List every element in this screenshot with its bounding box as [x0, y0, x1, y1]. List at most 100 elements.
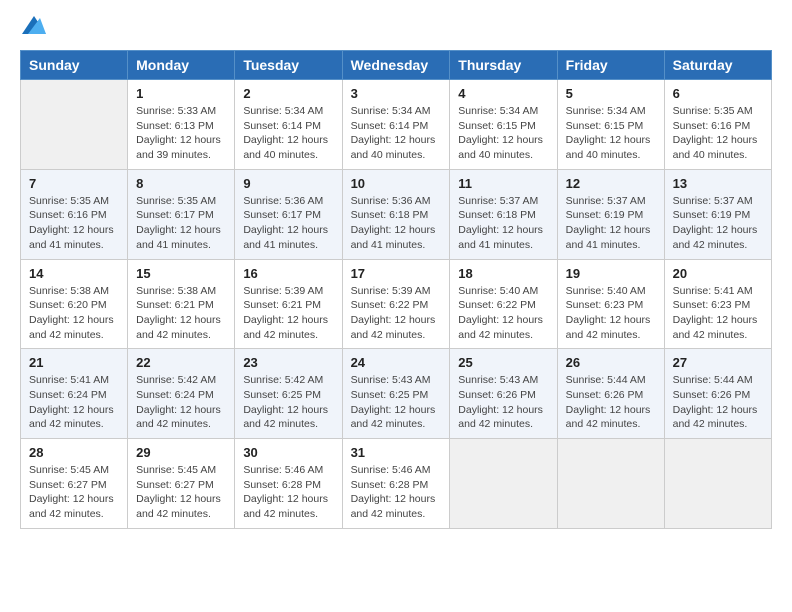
day-number: 14: [29, 266, 119, 281]
calendar-table: SundayMondayTuesdayWednesdayThursdayFrid…: [20, 50, 772, 529]
day-info: Sunrise: 5:45 AM Sunset: 6:27 PM Dayligh…: [136, 463, 226, 522]
calendar-week-2: 7 Sunrise: 5:35 AM Sunset: 6:16 PM Daylig…: [21, 169, 772, 259]
day-number: 28: [29, 445, 119, 460]
day-info: Sunrise: 5:44 AM Sunset: 6:26 PM Dayligh…: [673, 373, 763, 432]
day-number: 23: [243, 355, 333, 370]
calendar-cell: 31 Sunrise: 5:46 AM Sunset: 6:28 PM Dayli…: [342, 439, 450, 529]
calendar-cell: 24 Sunrise: 5:43 AM Sunset: 6:25 PM Dayli…: [342, 349, 450, 439]
day-info: Sunrise: 5:37 AM Sunset: 6:18 PM Dayligh…: [458, 194, 548, 253]
day-number: 26: [566, 355, 656, 370]
calendar-header-row: SundayMondayTuesdayWednesdayThursdayFrid…: [21, 51, 772, 80]
calendar-cell: 29 Sunrise: 5:45 AM Sunset: 6:27 PM Dayli…: [128, 439, 235, 529]
day-info: Sunrise: 5:37 AM Sunset: 6:19 PM Dayligh…: [566, 194, 656, 253]
day-number: 31: [351, 445, 442, 460]
calendar-week-3: 14 Sunrise: 5:38 AM Sunset: 6:20 PM Dayli…: [21, 259, 772, 349]
day-info: Sunrise: 5:42 AM Sunset: 6:25 PM Dayligh…: [243, 373, 333, 432]
calendar-cell: 7 Sunrise: 5:35 AM Sunset: 6:16 PM Daylig…: [21, 169, 128, 259]
calendar-cell: [664, 439, 771, 529]
day-number: 9: [243, 176, 333, 191]
day-number: 7: [29, 176, 119, 191]
calendar-cell: 22Sunrise: 5:42 AM Sunset: 6:24 PM Dayli…: [128, 349, 235, 439]
calendar-cell: 14 Sunrise: 5:38 AM Sunset: 6:20 PM Dayli…: [21, 259, 128, 349]
day-info: Sunrise: 5:41 AM Sunset: 6:24 PM Dayligh…: [29, 373, 119, 432]
day-number: 5: [566, 86, 656, 101]
day-number: 30: [243, 445, 333, 460]
calendar-cell: 16 Sunrise: 5:39 AM Sunset: 6:21 PM Dayli…: [235, 259, 342, 349]
calendar-cell: 1 Sunrise: 5:33 AM Sunset: 6:13 PM Daylig…: [128, 80, 235, 170]
day-number: 25: [458, 355, 548, 370]
page-header: [20, 20, 772, 40]
calendar-header-friday: Friday: [557, 51, 664, 80]
day-info: Sunrise: 5:34 AM Sunset: 6:15 PM Dayligh…: [458, 104, 548, 163]
calendar-header-monday: Monday: [128, 51, 235, 80]
day-info: Sunrise: 5:43 AM Sunset: 6:25 PM Dayligh…: [351, 373, 442, 432]
day-info: Sunrise: 5:39 AM Sunset: 6:21 PM Dayligh…: [243, 284, 333, 343]
day-info: Sunrise: 5:38 AM Sunset: 6:21 PM Dayligh…: [136, 284, 226, 343]
calendar-cell: 21 Sunrise: 5:41 AM Sunset: 6:24 PM Dayli…: [21, 349, 128, 439]
day-number: 20: [673, 266, 763, 281]
calendar-header-thursday: Thursday: [450, 51, 557, 80]
day-info: Sunrise: 5:38 AM Sunset: 6:20 PM Dayligh…: [29, 284, 119, 343]
day-info: Sunrise: 5:37 AM Sunset: 6:19 PM Dayligh…: [673, 194, 763, 253]
logo-icon: [22, 16, 46, 36]
calendar-cell: 30 Sunrise: 5:46 AM Sunset: 6:28 PM Dayli…: [235, 439, 342, 529]
day-number: 2: [243, 86, 333, 101]
day-number: 15: [136, 266, 226, 281]
day-number: 29: [136, 445, 226, 460]
day-info: Sunrise: 5:45 AM Sunset: 6:27 PM Dayligh…: [29, 463, 119, 522]
calendar-header-saturday: Saturday: [664, 51, 771, 80]
day-number: 13: [673, 176, 763, 191]
day-info: Sunrise: 5:41 AM Sunset: 6:23 PM Dayligh…: [673, 284, 763, 343]
day-info: Sunrise: 5:46 AM Sunset: 6:28 PM Dayligh…: [243, 463, 333, 522]
calendar-cell: 18Sunrise: 5:40 AM Sunset: 6:22 PM Dayli…: [450, 259, 557, 349]
calendar-cell: [21, 80, 128, 170]
day-info: Sunrise: 5:34 AM Sunset: 6:14 PM Dayligh…: [351, 104, 442, 163]
day-info: Sunrise: 5:43 AM Sunset: 6:26 PM Dayligh…: [458, 373, 548, 432]
day-info: Sunrise: 5:39 AM Sunset: 6:22 PM Dayligh…: [351, 284, 442, 343]
day-info: Sunrise: 5:35 AM Sunset: 6:16 PM Dayligh…: [29, 194, 119, 253]
day-info: Sunrise: 5:34 AM Sunset: 6:15 PM Dayligh…: [566, 104, 656, 163]
calendar-cell: 28 Sunrise: 5:45 AM Sunset: 6:27 PM Dayli…: [21, 439, 128, 529]
day-number: 18: [458, 266, 548, 281]
calendar-week-5: 28 Sunrise: 5:45 AM Sunset: 6:27 PM Dayli…: [21, 439, 772, 529]
day-number: 10: [351, 176, 442, 191]
day-number: 3: [351, 86, 442, 101]
day-number: 12: [566, 176, 656, 191]
calendar-cell: 5 Sunrise: 5:34 AM Sunset: 6:15 PM Daylig…: [557, 80, 664, 170]
day-number: 21: [29, 355, 119, 370]
calendar-cell: 10Sunrise: 5:36 AM Sunset: 6:18 PM Dayli…: [342, 169, 450, 259]
calendar-cell: 9 Sunrise: 5:36 AM Sunset: 6:17 PM Daylig…: [235, 169, 342, 259]
calendar-cell: 11Sunrise: 5:37 AM Sunset: 6:18 PM Dayli…: [450, 169, 557, 259]
calendar-cell: 2 Sunrise: 5:34 AM Sunset: 6:14 PM Daylig…: [235, 80, 342, 170]
calendar-cell: [557, 439, 664, 529]
day-number: 6: [673, 86, 763, 101]
day-info: Sunrise: 5:40 AM Sunset: 6:23 PM Dayligh…: [566, 284, 656, 343]
calendar-header-wednesday: Wednesday: [342, 51, 450, 80]
day-info: Sunrise: 5:34 AM Sunset: 6:14 PM Dayligh…: [243, 104, 333, 163]
day-number: 19: [566, 266, 656, 281]
day-number: 17: [351, 266, 442, 281]
calendar-cell: 3 Sunrise: 5:34 AM Sunset: 6:14 PM Daylig…: [342, 80, 450, 170]
day-info: Sunrise: 5:35 AM Sunset: 6:17 PM Dayligh…: [136, 194, 226, 253]
calendar-cell: [450, 439, 557, 529]
day-info: Sunrise: 5:33 AM Sunset: 6:13 PM Dayligh…: [136, 104, 226, 163]
day-number: 24: [351, 355, 442, 370]
day-info: Sunrise: 5:44 AM Sunset: 6:26 PM Dayligh…: [566, 373, 656, 432]
day-info: Sunrise: 5:36 AM Sunset: 6:17 PM Dayligh…: [243, 194, 333, 253]
calendar-header-sunday: Sunday: [21, 51, 128, 80]
calendar-cell: 4 Sunrise: 5:34 AM Sunset: 6:15 PM Daylig…: [450, 80, 557, 170]
calendar-cell: 20 Sunrise: 5:41 AM Sunset: 6:23 PM Dayli…: [664, 259, 771, 349]
calendar-cell: 15 Sunrise: 5:38 AM Sunset: 6:21 PM Dayli…: [128, 259, 235, 349]
calendar-cell: 19 Sunrise: 5:40 AM Sunset: 6:23 PM Dayli…: [557, 259, 664, 349]
day-number: 4: [458, 86, 548, 101]
day-number: 22: [136, 355, 226, 370]
calendar-cell: 6 Sunrise: 5:35 AM Sunset: 6:16 PM Daylig…: [664, 80, 771, 170]
day-info: Sunrise: 5:46 AM Sunset: 6:28 PM Dayligh…: [351, 463, 442, 522]
calendar-header-tuesday: Tuesday: [235, 51, 342, 80]
calendar-cell: 8Sunrise: 5:35 AM Sunset: 6:17 PM Daylig…: [128, 169, 235, 259]
logo: [20, 20, 46, 40]
calendar-cell: 17 Sunrise: 5:39 AM Sunset: 6:22 PM Dayli…: [342, 259, 450, 349]
day-number: 16: [243, 266, 333, 281]
day-info: Sunrise: 5:35 AM Sunset: 6:16 PM Dayligh…: [673, 104, 763, 163]
day-number: 1: [136, 86, 226, 101]
